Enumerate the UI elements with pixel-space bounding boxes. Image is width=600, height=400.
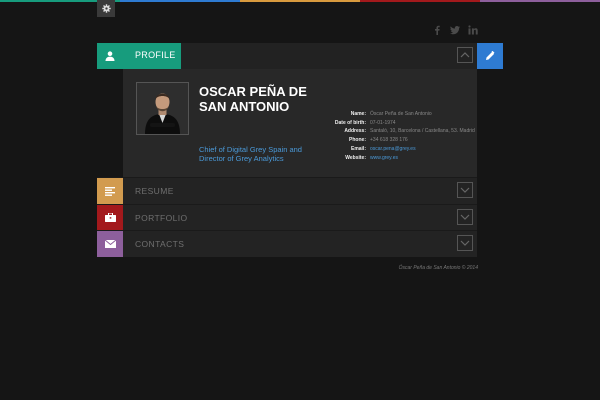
twitter-icon[interactable] <box>450 25 460 35</box>
stripe-segment <box>360 0 480 2</box>
profile-details: Name: Óscar Peña de San Antonio Date of … <box>309 110 480 162</box>
detail-row: Email: oscar.pena@grey.es <box>309 145 480 154</box>
detail-value: Óscar Peña de San Antonio <box>370 111 432 117</box>
detail-row: Name: Óscar Peña de San Antonio <box>309 110 480 119</box>
linkedin-icon[interactable] <box>468 25 478 35</box>
edit-profile-button[interactable] <box>477 43 503 69</box>
user-icon <box>105 51 115 61</box>
detail-label: Email: <box>350 145 366 152</box>
profile-tab-label: PROFILE <box>135 50 176 60</box>
gear-icon <box>101 4 111 13</box>
detail-label: Address: <box>344 128 366 135</box>
contacts-icon-box <box>97 231 123 257</box>
profile-content: OSCAR PEÑA DE SAN ANTONIO Chief of Digit… <box>123 69 477 177</box>
envelope-icon <box>104 240 116 248</box>
social-links <box>432 25 478 35</box>
expand-contacts-button[interactable] <box>457 235 473 251</box>
profile-icon-box <box>97 43 123 69</box>
website-link[interactable]: www.grey.es <box>370 154 480 163</box>
section-label: RESUME <box>135 186 174 196</box>
detail-row: Phone: +34 618 328 176 <box>309 136 480 145</box>
color-stripe <box>0 0 600 2</box>
section-label: CONTACTS <box>135 239 185 249</box>
collapse-profile-button[interactable] <box>457 47 473 63</box>
chevron-down-icon <box>460 187 470 193</box>
facebook-icon[interactable] <box>432 25 442 35</box>
person-photo <box>137 83 188 134</box>
section-contacts[interactable]: CONTACTS <box>97 230 477 257</box>
stripe-segment <box>240 0 360 2</box>
chevron-down-icon <box>460 214 470 220</box>
section-portfolio[interactable]: PORTFOLIO <box>97 203 477 231</box>
copyright-text: Óscar Peña de San Antonio © 2014 <box>398 265 478 271</box>
profile-role: Chief of Digital Grey Spain and Director… <box>199 145 302 163</box>
profile-card: PROFILE OSCAR PEÑA DE SAN ANTONIO Chief … <box>97 43 477 257</box>
detail-label: Phone: <box>349 137 366 144</box>
profile-name: OSCAR PEÑA DE SAN ANTONIO <box>199 84 307 114</box>
detail-value: +34 618 328 176 <box>370 137 408 144</box>
section-label: PORTFOLIO <box>135 212 188 223</box>
resume-icon-box <box>97 178 123 204</box>
chevron-down-icon <box>460 240 470 246</box>
list-icon <box>105 186 115 196</box>
detail-label: Date of birth: <box>334 119 366 126</box>
stripe-segment <box>120 0 240 2</box>
tab-profile[interactable]: PROFILE <box>97 43 181 69</box>
expand-resume-button[interactable] <box>457 182 473 198</box>
detail-label: Website: <box>345 154 366 161</box>
pencil-icon <box>486 51 495 60</box>
detail-row: Date of birth: 07-01-1974 <box>309 119 480 128</box>
stripe-segment <box>480 0 600 2</box>
profile-photo <box>136 82 189 135</box>
detail-value: 07-01-1974 <box>370 119 396 126</box>
section-resume[interactable]: RESUME <box>97 177 477 204</box>
expand-portfolio-button[interactable] <box>457 208 473 225</box>
detail-row: Website: www.grey.es <box>309 154 480 163</box>
detail-label: Name: <box>350 111 366 117</box>
detail-row: Address: Santaló, 10, Barcelona / Castel… <box>309 127 480 136</box>
portfolio-icon-box <box>97 204 123 231</box>
profile-header[interactable]: PROFILE <box>97 43 477 69</box>
detail-value: Santaló, 10, Barcelona / Castellana, 53.… <box>370 128 475 135</box>
settings-button[interactable] <box>97 0 115 17</box>
email-link[interactable]: oscar.pena@grey.es <box>370 145 480 154</box>
chevron-up-icon <box>460 52 470 58</box>
briefcase-icon <box>104 213 116 222</box>
